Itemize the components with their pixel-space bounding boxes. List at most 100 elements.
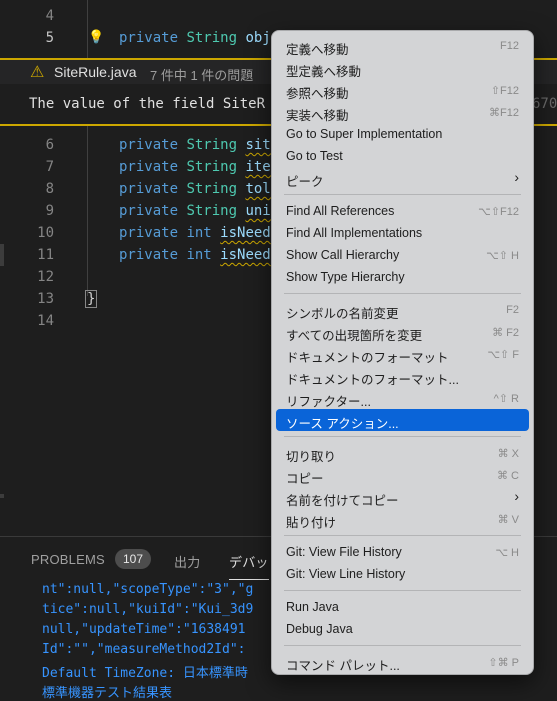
code-token: uni	[245, 203, 271, 219]
menu-item-label: ドキュメントのフォーマット...	[286, 373, 459, 387]
chevron-right-icon: ›	[514, 169, 519, 185]
menu-separator	[284, 645, 521, 646]
menu-item[interactable]: Git: View Line History	[276, 563, 529, 585]
chevron-right-icon: ›	[514, 488, 519, 504]
menu-item-label: 実装へ移動	[286, 109, 349, 123]
tab-output[interactable]: 出力	[174, 552, 200, 571]
menu-item-shortcut: F2	[506, 304, 519, 316]
code-token: private	[119, 203, 187, 219]
menu-item[interactable]: ソース アクション...	[276, 409, 529, 431]
code-line[interactable]: 4	[0, 5, 557, 27]
output-line: nt":null,"scopeType":"3","g	[42, 582, 254, 597]
code-token: private	[119, 159, 187, 175]
output-line: Default TimeZone: 日本標準時	[42, 666, 248, 681]
code-token: private	[119, 247, 187, 263]
menu-item-label: Go to Super Implementation	[286, 127, 443, 141]
line-number: 10	[37, 225, 54, 241]
menu-item-shortcut: ⌘ C	[497, 470, 519, 482]
menu-item-label: ピーク	[286, 175, 324, 189]
menu-item-label: Find All Implementations	[286, 226, 423, 240]
menu-item-label: すべての出現箇所を変更	[286, 329, 423, 343]
menu-item[interactable]: 定義へ移動 F12	[276, 35, 529, 57]
menu-item-shortcut: ⌥⇧F12	[478, 206, 519, 218]
code-text: private String ite	[119, 156, 271, 178]
menu-item-shortcut: ⌘ X	[497, 448, 519, 460]
menu-item-label: ドキュメントのフォーマット	[286, 351, 449, 365]
menu-item-shortcut: F12	[500, 40, 519, 52]
code-token: private	[119, 225, 187, 241]
problem-code: 670	[532, 96, 557, 112]
menu-item[interactable]: 参照へ移動 ⇧F12	[276, 79, 529, 101]
menu-item-shortcut: ⌥ H	[495, 547, 519, 559]
menu-item[interactable]: Show Type Hierarchy	[276, 266, 529, 288]
code-token: private	[119, 30, 187, 46]
tab-debug-console[interactable]: デバッ	[229, 552, 269, 571]
menu-item-shortcut: ⇧F12	[490, 85, 519, 97]
menu-item[interactable]: Find All Implementations	[276, 222, 529, 244]
menu-item[interactable]: 名前を付けてコピー ›	[276, 486, 529, 508]
menu-item-shortcut: ⌥⇧ H	[486, 250, 519, 262]
code-text: private int isNeed	[119, 244, 271, 266]
menu-item[interactable]: Show Call Hierarchy ⌥⇧ H	[276, 244, 529, 266]
code-token: isNeed	[220, 225, 271, 241]
active-tab-indicator	[229, 579, 269, 580]
line-number: 14	[37, 313, 54, 329]
code-text: private int isNeed	[119, 222, 271, 244]
line-number: 9	[45, 203, 54, 219]
menu-item[interactable]: ドキュメントのフォーマット...	[276, 365, 529, 387]
problems-count-badge: 107	[115, 549, 152, 569]
menu-item[interactable]: Debug Java	[276, 618, 529, 640]
menu-item-label: コマンド パレット...	[286, 659, 400, 673]
menu-item-label: Go to Test	[286, 149, 343, 163]
line-number: 6	[45, 137, 54, 153]
code-text: private String tol	[119, 178, 271, 200]
code-token: private	[119, 137, 187, 153]
menu-item-label: 型定義へ移動	[286, 65, 362, 79]
menu-item[interactable]: シンボルの名前変更 F2	[276, 299, 529, 321]
menu-item[interactable]: コピー ⌘ C	[276, 464, 529, 486]
menu-item[interactable]: Git: View File History ⌥ H	[276, 541, 529, 563]
line-number: 13	[37, 291, 54, 307]
code-token: tol	[245, 181, 271, 197]
code-token: String	[186, 203, 246, 219]
menu-item[interactable]: ピーク ›	[276, 167, 529, 189]
menu-item-label: Debug Java	[286, 622, 353, 636]
menu-item[interactable]: Find All References ⌥⇧F12	[276, 200, 529, 222]
menu-item[interactable]: Go to Test	[276, 145, 529, 167]
tab-problems[interactable]: PROBLEMS	[31, 552, 105, 567]
menu-item-shortcut: ⌘ V	[497, 514, 519, 526]
peek-file-name[interactable]: SiteRule.java	[54, 64, 137, 80]
line-number: 11	[37, 247, 54, 263]
menu-item[interactable]: 実装へ移動 ⌘F12	[276, 101, 529, 123]
code-token: int	[186, 247, 221, 263]
menu-item-shortcut: ⌥⇧ F	[487, 349, 519, 361]
peek-problem-count: 7 件中 1 件の問題	[150, 68, 254, 83]
menu-item[interactable]: 切り取り ⌘ X	[276, 442, 529, 464]
menu-item[interactable]: 型定義へ移動	[276, 57, 529, 79]
menu-item[interactable]: すべての出現箇所を変更 ⌘ F2	[276, 321, 529, 343]
menu-item-label: Find All References	[286, 204, 395, 218]
warning-icon: ⚠	[30, 64, 45, 81]
menu-item-label: リファクター...	[286, 395, 371, 409]
line-number: 4	[45, 8, 54, 24]
menu-item[interactable]: 貼り付け ⌘ V	[276, 508, 529, 530]
menu-item-label: Run Java	[286, 600, 339, 614]
output-line: null,"updateTime":"1638491	[42, 622, 246, 637]
line-number: 5	[45, 30, 54, 46]
code-token: isNeed	[220, 247, 271, 263]
menu-separator	[284, 535, 521, 536]
menu-item-label: 切り取り	[286, 450, 337, 464]
menu-item-label: Git: View Line History	[286, 567, 406, 581]
menu-item[interactable]: Go to Super Implementation	[276, 123, 529, 145]
menu-item[interactable]: ドキュメントのフォーマット ⌥⇧ F	[276, 343, 529, 365]
menu-item[interactable]: コマンド パレット... ⇧⌘ P	[276, 651, 529, 673]
line-number: 12	[37, 269, 54, 285]
code-token: int	[186, 225, 221, 241]
lightbulb-icon[interactable]: 💡	[88, 27, 104, 49]
menu-item-label: Show Call Hierarchy	[286, 248, 400, 262]
menu-item-shortcut: ^⇧ R	[493, 393, 519, 405]
menu-item[interactable]: リファクター... ^⇧ R	[276, 387, 529, 409]
menu-item-label: Show Type Hierarchy	[286, 270, 405, 284]
menu-item[interactable]: Run Java	[276, 596, 529, 618]
menu-item-label: 定義へ移動	[286, 43, 349, 57]
